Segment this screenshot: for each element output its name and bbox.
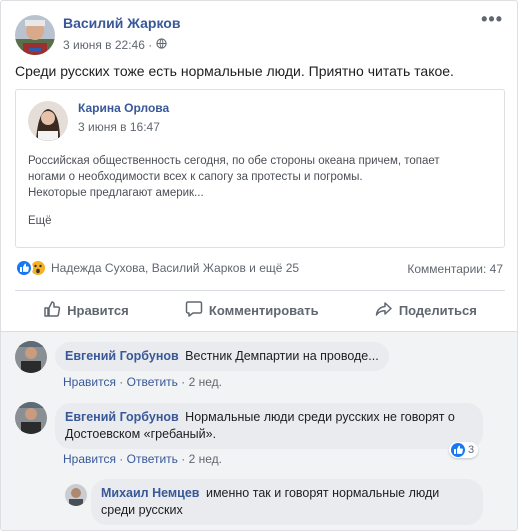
comment-time[interactable]: 2 нед.: [189, 375, 222, 389]
comment-bubble: Евгений Горбунов Нормальные люди среди р…: [55, 403, 483, 449]
shared-post[interactable]: Карина Орлова 3 июня в 16:47 Российская …: [15, 89, 505, 248]
comments-count[interactable]: Комментарии: 47: [407, 262, 503, 276]
more-options-button[interactable]: •••: [481, 9, 503, 30]
shared-body-line: ногами о необходимости всех к сапогу за …: [28, 171, 363, 183]
commenter-avatar[interactable]: [15, 402, 47, 434]
author-avatar[interactable]: [15, 15, 55, 55]
see-more-link[interactable]: Ещё: [28, 215, 52, 227]
reply-author[interactable]: Михаил Немцев: [101, 486, 199, 500]
post-text: Среди русских тоже есть нормальные люди.…: [15, 63, 454, 79]
shared-author-name[interactable]: Карина Орлова: [78, 101, 169, 115]
reactions-summary[interactable]: Надежда Сухова, Василий Жарков и ещё 25: [15, 259, 299, 277]
replier-avatar[interactable]: [65, 484, 87, 506]
comment-icon: [185, 300, 203, 321]
comment-reply-link[interactable]: Ответить: [127, 452, 178, 466]
share-icon: [375, 300, 393, 321]
comment-like-link[interactable]: Нравится: [63, 375, 116, 389]
separator: ·: [181, 452, 186, 466]
comment-text: Достоевском «гребаный».: [65, 427, 217, 441]
post-card: Василий Жарков 3 июня в 22:46 · ••• Сред…: [0, 0, 518, 531]
comment-text: Вестник Демпартии на проводе...: [185, 349, 379, 363]
separator: ·: [119, 375, 124, 389]
action-bar: Нравится Комментировать Поделиться: [15, 294, 505, 326]
comments-section: Евгений Горбунов Вестник Демпартии на пр…: [1, 331, 517, 530]
commenter-avatar[interactable]: [15, 341, 47, 373]
divider: [15, 290, 505, 291]
comment-like-count: 3: [468, 444, 475, 456]
comment-text: Нормальные люди среди русских не говорят…: [185, 410, 455, 424]
separator: ·: [119, 452, 124, 466]
comment-author[interactable]: Евгений Горбунов: [65, 410, 179, 424]
like-icon: [15, 259, 33, 277]
like-icon: [451, 443, 465, 457]
post-meta: 3 июня в 22:46 ·: [63, 38, 167, 52]
reply-text: среди русских: [101, 503, 183, 517]
shared-body-line: Российская общественность сегодня, по об…: [28, 155, 440, 167]
comment-author[interactable]: Евгений Горбунов: [65, 349, 179, 363]
shared-timestamp[interactable]: 3 июня в 16:47: [78, 120, 160, 134]
like-button-label: Нравится: [67, 302, 129, 318]
like-button[interactable]: Нравится: [43, 300, 129, 321]
comment-time[interactable]: 2 нед.: [189, 452, 222, 466]
comment-like-link[interactable]: Нравится: [63, 452, 116, 466]
share-button-label: Поделиться: [398, 302, 477, 318]
comment-like-badge[interactable]: 3: [449, 442, 479, 458]
thumbs-up-icon: [43, 300, 61, 321]
comment-actions: Нравится · Ответить · 2 нед.: [63, 375, 222, 389]
shared-author-avatar[interactable]: [28, 101, 68, 141]
comment-actions: Нравится · Ответить · 2 нед.: [63, 452, 222, 466]
comment-bubble: Евгений Горбунов Вестник Демпартии на пр…: [55, 342, 389, 371]
reaction-names[interactable]: Надежда Сухова, Василий Жарков и ещё 25: [51, 261, 299, 275]
separator: ·: [181, 375, 186, 389]
comment-reply-link[interactable]: Ответить: [127, 375, 178, 389]
post-timestamp[interactable]: 3 июня в 22:46 ·: [63, 38, 152, 52]
post-author-name[interactable]: Василий Жарков: [63, 15, 180, 31]
shared-body: Российская общественность сегодня, по об…: [28, 153, 498, 201]
comment-button-label: Комментировать: [208, 302, 319, 318]
shared-body-line: Некоторые предлагают америк...: [28, 187, 204, 199]
share-button[interactable]: Поделиться: [375, 300, 477, 321]
globe-icon: [156, 38, 167, 52]
reply-text: именно так и говорят нормальные люди: [205, 486, 440, 500]
reply-bubble: Михаил Немцев именно так и говорят норма…: [91, 479, 483, 525]
comment-button[interactable]: Комментировать: [185, 300, 319, 321]
